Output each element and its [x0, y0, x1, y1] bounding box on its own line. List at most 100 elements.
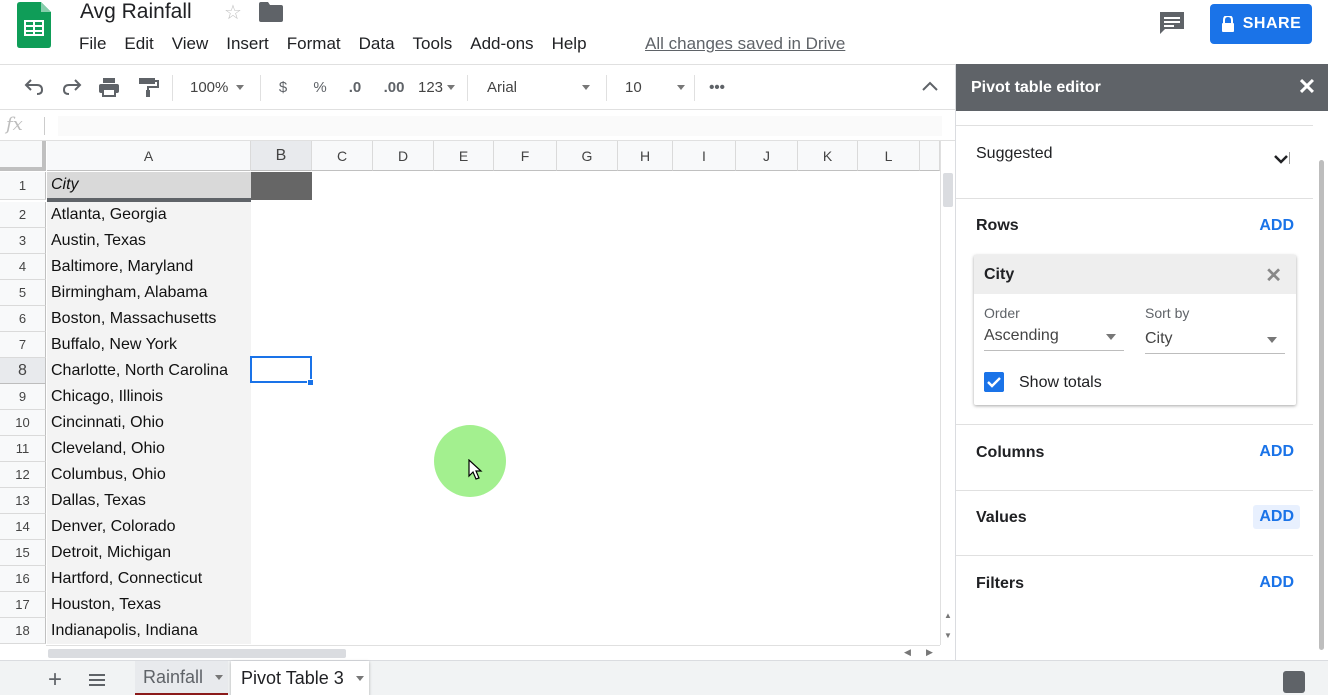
columns-add-button[interactable]: ADD	[1253, 440, 1300, 464]
row-header[interactable]: 7	[0, 332, 46, 358]
undo-icon[interactable]	[22, 73, 46, 101]
collapse-toolbar-icon[interactable]	[918, 73, 942, 101]
row-header[interactable]: 9	[0, 384, 46, 410]
grid-cell[interactable]: Indianapolis, Indiana	[47, 618, 251, 644]
row-header[interactable]: 8	[0, 358, 46, 384]
redo-icon[interactable]	[60, 73, 84, 101]
fill-handle[interactable]	[307, 379, 314, 386]
grid-cell[interactable]: Columbus, Ohio	[47, 462, 251, 488]
row-header[interactable]: 5	[0, 280, 46, 306]
font-size-select[interactable]: 10	[625, 73, 685, 101]
star-icon[interactable]: ☆	[224, 0, 242, 25]
column-header-k[interactable]: K	[798, 141, 858, 171]
menu-file[interactable]: File	[70, 32, 115, 56]
all-sheets-icon[interactable]	[89, 674, 105, 686]
row-header[interactable]: 16	[0, 566, 46, 592]
add-sheet-icon[interactable]: +	[48, 666, 62, 694]
grid-cell[interactable]: Denver, Colorado	[47, 514, 251, 540]
column-header-e[interactable]: E	[434, 141, 494, 171]
increase-decimal-button[interactable]: .00	[380, 73, 408, 101]
row-header[interactable]: 10	[0, 410, 46, 436]
chevron-down-icon[interactable]	[355, 676, 364, 681]
pivot-header-fill-cell[interactable]	[251, 172, 312, 200]
grid-cell[interactable]: Buffalo, New York	[47, 332, 251, 358]
share-button[interactable]: SHARE	[1210, 4, 1312, 44]
menu-tools[interactable]: Tools	[404, 32, 462, 56]
row-header[interactable]: 13	[0, 488, 46, 514]
chevron-down-icon[interactable]	[215, 674, 224, 680]
menu-help[interactable]: Help	[543, 32, 596, 56]
column-header-d[interactable]: D	[373, 141, 434, 171]
suggested-title[interactable]: Suggested	[976, 145, 1053, 163]
grid-cell[interactable]: Birmingham, Alabama	[47, 280, 251, 306]
font-family-select[interactable]: Arial	[487, 73, 590, 101]
row-header[interactable]: 17	[0, 592, 46, 618]
grid-cell[interactable]: Cleveland, Ohio	[47, 436, 251, 462]
pivot-header-cell[interactable]: City	[47, 172, 251, 202]
grid-cell[interactable]: Austin, Texas	[47, 228, 251, 254]
row-header[interactable]: 18	[0, 618, 46, 644]
vertical-scroll-thumb[interactable]	[943, 173, 953, 207]
grid-cell[interactable]: Hartford, Connecticut	[47, 566, 251, 592]
paint-format-icon[interactable]	[136, 73, 160, 101]
scroll-left-icon[interactable]: ◀	[904, 647, 911, 658]
grid-cell[interactable]: Detroit, Michigan	[47, 540, 251, 566]
percent-format-button[interactable]: %	[312, 73, 328, 101]
show-totals-checkbox[interactable]	[984, 372, 1004, 392]
filters-add-button[interactable]: ADD	[1253, 571, 1300, 595]
values-add-button[interactable]: ADD	[1253, 505, 1300, 529]
menu-addons[interactable]: Add-ons	[461, 32, 542, 56]
grid-cell[interactable]: Atlanta, Georgia	[47, 202, 251, 228]
grid-cell[interactable]: Baltimore, Maryland	[47, 254, 251, 280]
row-header[interactable]: 4	[0, 254, 46, 280]
horizontal-scrollbar[interactable]: ◀ ▶	[46, 645, 940, 660]
selected-cell-outline[interactable]	[250, 356, 312, 383]
column-header-m[interactable]	[920, 141, 940, 171]
sheets-logo-icon[interactable]	[17, 2, 51, 48]
folder-icon[interactable]	[259, 2, 283, 22]
grid-cell[interactable]: Dallas, Texas	[47, 488, 251, 514]
column-header-j[interactable]: J	[736, 141, 798, 171]
menu-view[interactable]: View	[163, 32, 218, 56]
grid-cell[interactable]: Chicago, Illinois	[47, 384, 251, 410]
grid-cell[interactable]: Houston, Texas	[47, 592, 251, 618]
currency-format-button[interactable]: $	[276, 73, 290, 101]
horizontal-scroll-thumb[interactable]	[48, 649, 346, 658]
more-options-button[interactable]: •••	[706, 73, 728, 101]
row-header[interactable]: 2	[0, 202, 46, 228]
column-header-b[interactable]: B	[251, 141, 312, 171]
scroll-right-icon[interactable]: ▶	[926, 647, 933, 658]
menu-data[interactable]: Data	[350, 32, 404, 56]
document-title[interactable]: Avg Rainfall	[80, 0, 192, 24]
vertical-scrollbar[interactable]: ▲ ▼	[940, 141, 955, 645]
remove-field-icon[interactable]: ✕	[1265, 263, 1282, 288]
grid-cell[interactable]: Cincinnati, Ohio	[47, 410, 251, 436]
order-select[interactable]: Ascending	[984, 321, 1124, 351]
menu-format[interactable]: Format	[278, 32, 350, 56]
column-header-l[interactable]: L	[858, 141, 920, 171]
sheet-tab-rainfall[interactable]: Rainfall	[135, 661, 228, 695]
explore-icon[interactable]	[1283, 671, 1305, 693]
comment-history-icon[interactable]	[1158, 10, 1186, 36]
sheet-tab-pivot-table-3[interactable]: Pivot Table 3	[231, 661, 369, 695]
column-header-i[interactable]: I	[673, 141, 736, 171]
spreadsheet-grid[interactable]: A B C D E F G H I J K L 1 2 3 4 5 6 7 8 …	[0, 141, 940, 645]
decrease-decimal-button[interactable]: .0	[344, 73, 366, 101]
save-status-link[interactable]: All changes saved in Drive	[645, 34, 845, 54]
grid-cell[interactable]: Boston, Massachusetts	[47, 306, 251, 332]
select-all-corner[interactable]	[0, 141, 46, 171]
column-header-g[interactable]: G	[557, 141, 618, 171]
column-header-h[interactable]: H	[618, 141, 673, 171]
row-header[interactable]: 14	[0, 514, 46, 540]
scroll-down-icon[interactable]: ▼	[944, 631, 952, 640]
pivot-editor-scrollbar[interactable]	[1319, 160, 1324, 650]
more-formats-select[interactable]: 123	[418, 73, 456, 101]
row-header[interactable]: 11	[0, 436, 46, 462]
column-header-c[interactable]: C	[312, 141, 373, 171]
chevron-down-icon[interactable]	[1272, 152, 1290, 166]
zoom-select[interactable]: 100%	[190, 73, 245, 101]
column-header-f[interactable]: F	[494, 141, 557, 171]
row-header[interactable]: 1	[0, 172, 46, 200]
print-icon[interactable]	[97, 73, 121, 101]
row-header[interactable]: 12	[0, 462, 46, 488]
